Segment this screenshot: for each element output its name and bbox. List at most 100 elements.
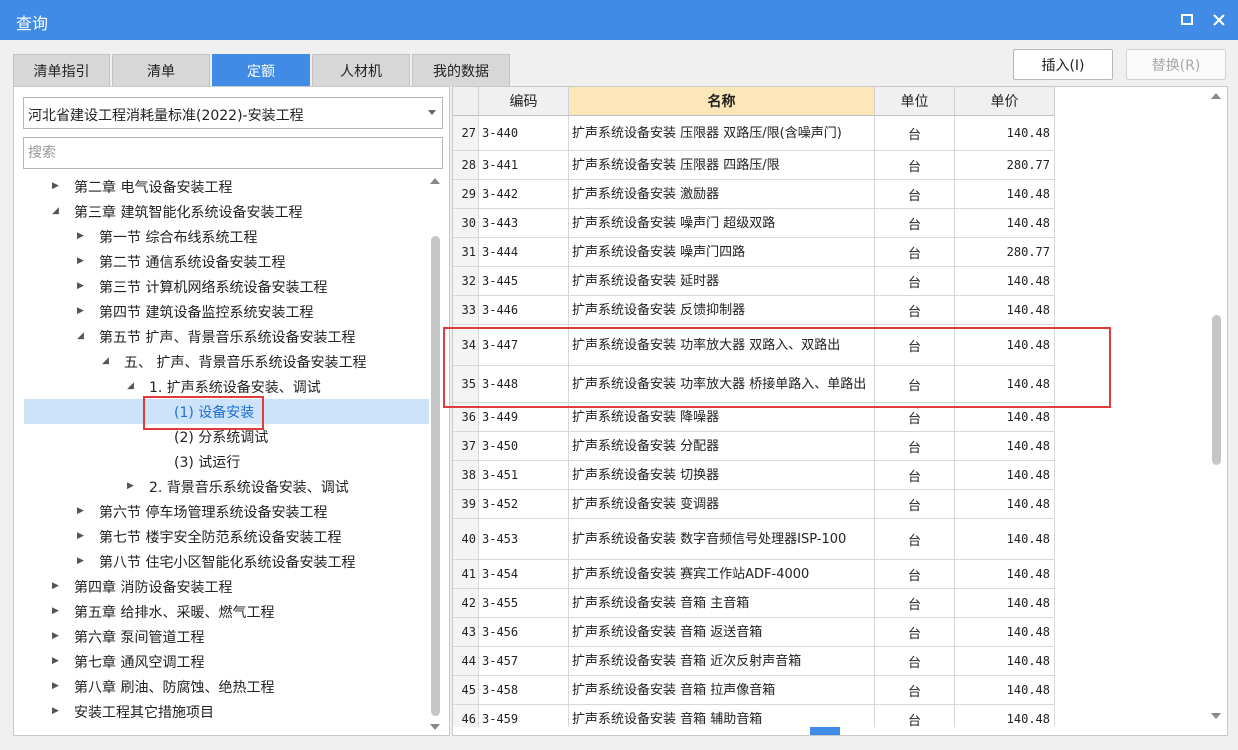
collapsed-arrow-icon[interactable]: ▶ <box>52 632 59 641</box>
tab-quota[interactable]: 定额 <box>212 54 310 86</box>
tab-bill-guide[interactable]: 清单指引 <box>13 54 110 86</box>
collapsed-arrow-icon[interactable]: ▶ <box>52 657 59 666</box>
maximize-button[interactable] <box>1176 9 1198 31</box>
table-row[interactable]: 27 3-440 扩声系统设备安装 压限器 双路压/限(含噪声门) 台 140.48 <box>453 116 1056 151</box>
tree-scrollbar[interactable] <box>427 174 443 734</box>
collapsed-arrow-icon[interactable]: ▶ <box>77 507 84 516</box>
row-index: 41 <box>453 560 479 589</box>
tree-item[interactable]: ▶ 第四章 消防设备安装工程 <box>24 574 429 599</box>
tree-item[interactable]: ▶ 2. 背景音乐系统设备安装、调试 <box>24 474 429 499</box>
scroll-up-icon[interactable] <box>1211 93 1221 99</box>
tree-item[interactable]: ▶ 第六章 泵间管道工程 <box>24 624 429 649</box>
header-price[interactable]: 单价 <box>955 87 1055 116</box>
table-row[interactable]: 39 3-452 扩声系统设备安装 变调器台 140.48 <box>453 490 1056 519</box>
price-cell: 140.48 <box>955 116 1055 151</box>
collapsed-arrow-icon[interactable]: ▶ <box>77 257 84 266</box>
row-index: 38 <box>453 461 479 490</box>
table-row[interactable]: 37 3-450 扩声系统设备安装 分配器台 140.48 <box>453 432 1056 461</box>
tree-item[interactable]: ▶ 第二节 通信系统设备安装工程 <box>24 249 429 274</box>
code-cell: 3-459 <box>479 705 569 727</box>
tree-item[interactable]: ▶ 安装工程其它措施项目 <box>24 699 429 724</box>
unit-cell: 台 <box>875 267 955 296</box>
collapsed-arrow-icon[interactable]: ▶ <box>77 232 84 241</box>
tree-item[interactable]: ▶ 第七章 通风空调工程 <box>24 649 429 674</box>
table-row[interactable]: 45 3-458 扩声系统设备安装 音箱 拉声像音箱台 140.48 <box>453 676 1056 705</box>
tab-materials[interactable]: 人材机 <box>312 54 410 86</box>
search-input[interactable] <box>23 137 443 169</box>
code-cell: 3-456 <box>479 618 569 647</box>
name-cell: 扩声系统设备安装 数字音频信号处理器ISP-100 <box>569 519 875 560</box>
tree-item[interactable]: ◢ 第五节 扩声、背景音乐系统设备安装工程 <box>24 324 429 349</box>
expanded-arrow-icon[interactable]: ◢ <box>127 382 134 391</box>
expanded-arrow-icon[interactable]: ◢ <box>52 207 59 216</box>
collapsed-arrow-icon[interactable]: ▶ <box>77 557 84 566</box>
collapsed-arrow-icon[interactable]: ▶ <box>52 682 59 691</box>
row-index: 44 <box>453 647 479 676</box>
tree-item[interactable]: (3) 试运行 <box>24 449 429 474</box>
grid-scrollbar[interactable] <box>1208 87 1224 727</box>
unit-cell: 台 <box>875 238 955 267</box>
tree-item[interactable]: ▶ 第四节 建筑设备监控系统安装工程 <box>24 299 429 324</box>
table-row[interactable]: 42 3-455 扩声系统设备安装 音箱 主音箱台 140.48 <box>453 589 1056 618</box>
header-unit[interactable]: 单位 <box>875 87 955 116</box>
table-row[interactable]: 33 3-446 扩声系统设备安装 反馈抑制器台 140.48 <box>453 296 1056 325</box>
table-row[interactable]: 28 3-441 扩声系统设备安装 压限器 四路压/限台 280.77 <box>453 151 1056 180</box>
tab-my-data[interactable]: 我的数据 <box>412 54 510 86</box>
tree-item[interactable]: ▶ 第八章 刷油、防腐蚀、绝热工程 <box>24 674 429 699</box>
expanded-arrow-icon[interactable]: ◢ <box>77 332 84 341</box>
insert-button[interactable]: 插入(I) <box>1013 49 1113 80</box>
tree-item[interactable]: ▶ 第八节 住宅小区智能化系统设备安装工程 <box>24 549 429 574</box>
grid-scroll-thumb[interactable] <box>1212 315 1221 465</box>
table-row[interactable]: 41 3-454 扩声系统设备安装 赛宾工作站ADF-4000 台 140.48 <box>453 560 1056 589</box>
scroll-up-icon[interactable] <box>430 178 440 184</box>
tree-item[interactable]: ◢ 第三章 建筑智能化系统设备安装工程 <box>24 199 429 224</box>
table-row[interactable]: 40 3-453 扩声系统设备安装 数字音频信号处理器ISP-100 台 140.48 <box>453 519 1056 560</box>
table-row[interactable]: 44 3-457 扩声系统设备安装 音箱 近次反射声音箱台 140.48 <box>453 647 1056 676</box>
header-name[interactable]: 名称 <box>569 87 875 116</box>
annotation-box-tree-item <box>143 396 264 430</box>
scroll-down-icon[interactable] <box>430 724 440 730</box>
tree-item[interactable]: ▶ 第二章 电气设备安装工程 <box>24 174 429 199</box>
tree-item[interactable]: ▶ 第一节 综合布线系统工程 <box>24 224 429 249</box>
tree-item[interactable]: ▶ 第三节 计算机网络系统设备安装工程 <box>24 274 429 299</box>
unit-cell: 台 <box>875 676 955 705</box>
table-row[interactable]: 31 3-444 扩声系统设备安装 噪声门四路台 280.77 <box>453 238 1056 267</box>
unit-cell: 台 <box>875 490 955 519</box>
code-cell: 3-444 <box>479 238 569 267</box>
close-button[interactable] <box>1208 9 1230 31</box>
collapsed-arrow-icon[interactable]: ▶ <box>77 307 84 316</box>
expanded-arrow-icon[interactable]: ◢ <box>102 357 109 366</box>
tree-item[interactable]: ▶ 第七节 楼宇安全防范系统设备安装工程 <box>24 524 429 549</box>
table-row[interactable]: 30 3-443 扩声系统设备安装 噪声门 超级双路台 140.48 <box>453 209 1056 238</box>
collapsed-arrow-icon[interactable]: ▶ <box>52 582 59 591</box>
row-index: 31 <box>453 238 479 267</box>
collapsed-arrow-icon[interactable]: ▶ <box>52 707 59 716</box>
tab-bill[interactable]: 清单 <box>112 54 210 86</box>
replace-button[interactable]: 替换(R) <box>1126 49 1226 80</box>
unit-cell: 台 <box>875 647 955 676</box>
row-index: 37 <box>453 432 479 461</box>
collapsed-arrow-icon[interactable]: ▶ <box>52 607 59 616</box>
tree-item[interactable]: ▶ 第六节 停车场管理系统设备安装工程 <box>24 499 429 524</box>
scroll-down-icon[interactable] <box>1211 713 1221 719</box>
collapsed-arrow-icon[interactable]: ▶ <box>77 282 84 291</box>
code-cell: 3-451 <box>479 461 569 490</box>
header-code[interactable]: 编码 <box>479 87 569 116</box>
tree-scroll-thumb[interactable] <box>431 236 440 716</box>
standard-select[interactable]: 河北省建设工程消耗量标准(2022)-安装工程 <box>23 97 443 129</box>
collapsed-arrow-icon[interactable]: ▶ <box>52 182 59 191</box>
table-row[interactable]: 29 3-442 扩声系统设备安装 激励器台 140.48 <box>453 180 1056 209</box>
horizontal-scroll-thumb[interactable] <box>810 727 840 735</box>
table-row[interactable]: 46 3-459 扩声系统设备安装 音箱 辅助音箱台 140.48 <box>453 705 1056 727</box>
collapsed-arrow-icon[interactable]: ▶ <box>77 532 84 541</box>
unit-cell: 台 <box>875 296 955 325</box>
tree-item[interactable]: ▶ 第五章 给排水、采暖、燃气工程 <box>24 599 429 624</box>
table-row[interactable]: 43 3-456 扩声系统设备安装 音箱 返送音箱台 140.48 <box>453 618 1056 647</box>
tree-item[interactable]: ◢ 五、 扩声、背景音乐系统设备安装工程 <box>24 349 429 374</box>
code-cell: 3-450 <box>479 432 569 461</box>
table-row[interactable]: 32 3-445 扩声系统设备安装 延时器台 140.48 <box>453 267 1056 296</box>
table-row[interactable]: 38 3-451 扩声系统设备安装 切换器台 140.48 <box>453 461 1056 490</box>
price-cell: 140.48 <box>955 589 1055 618</box>
collapsed-arrow-icon[interactable]: ▶ <box>127 482 134 491</box>
tree-item-label: 第五节 扩声、背景音乐系统设备安装工程 <box>99 330 356 346</box>
